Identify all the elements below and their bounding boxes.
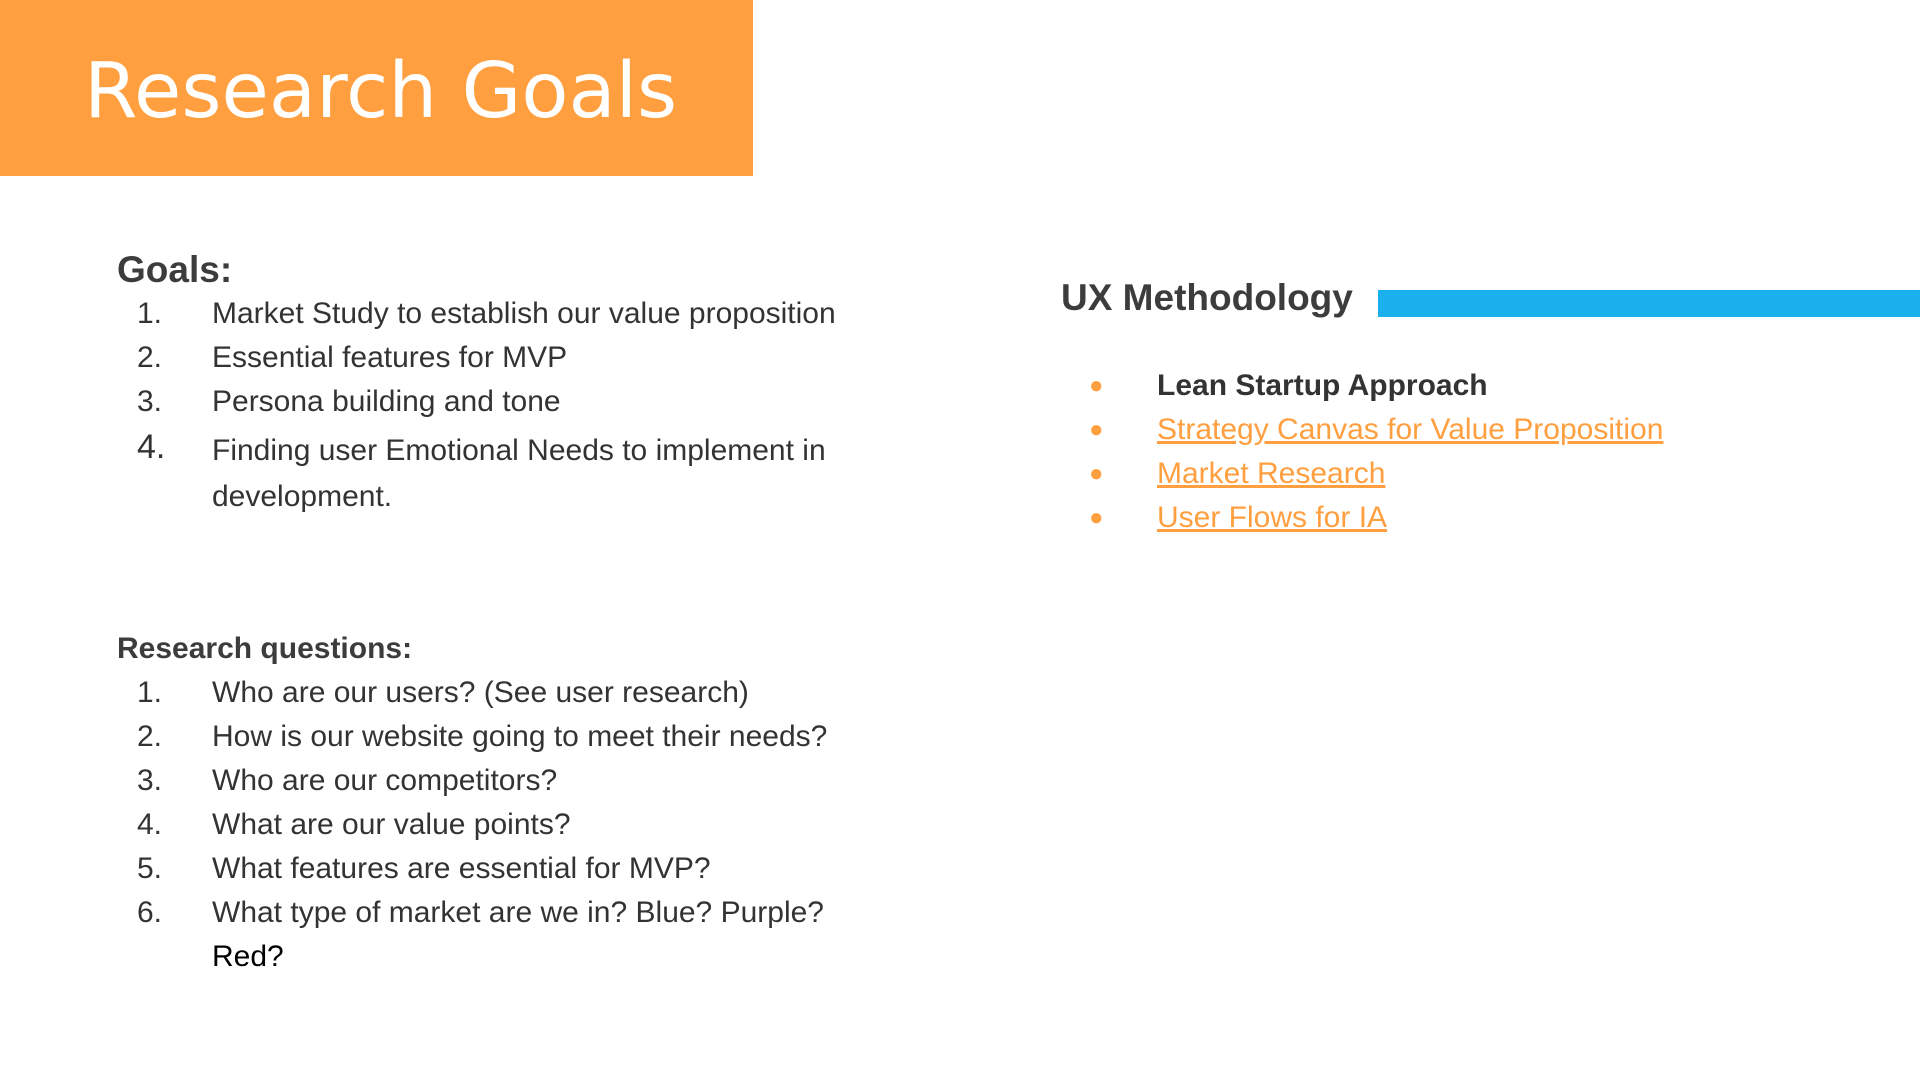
list-number: 1. [137,297,163,330]
list-number: 3. [137,385,163,418]
list-number: 2. [137,720,163,753]
goals-list-item: 4. Finding user Emotional Needs to imple… [117,424,917,520]
list-item-text-continued: development. [212,480,393,513]
page-title: Research Goals [84,47,678,136]
user-flows-link[interactable]: User Flows for IA [1157,501,1387,534]
list-item-text-continued: Red? [212,940,284,973]
methodology-header: UX Methodology [1061,274,1920,324]
strategy-canvas-link[interactable]: Strategy Canvas for Value Proposition [1157,413,1663,446]
market-research-link[interactable]: Market Research [1157,457,1385,490]
list-item-text: What features are essential for MVP? [212,852,711,885]
list-item-text: Who are our users? (See user research) [212,676,749,709]
research-question-item: 1. Who are our users? (See user research… [117,671,917,715]
research-questions-list: 1. Who are our users? (See user research… [117,671,917,979]
methodology-item: ● Market Research [1089,452,1663,496]
research-question-item: 3. Who are our competitors? [117,759,917,803]
list-number: 4. [137,808,163,841]
research-question-item: 2. How is our website going to meet thei… [117,715,917,759]
title-banner: Research Goals [0,0,753,176]
list-item-text: How is our website going to meet their n… [212,720,828,753]
list-item-text: Who are our competitors? [212,764,558,797]
bullet-icon: ● [1089,460,1104,487]
list-item-text: Market Study to establish our value prop… [212,297,836,330]
list-number: 6. [137,896,163,929]
research-question-item: 5. What features are essential for MVP? [117,847,917,891]
list-item-text: What type of market are we in? Blue? Pur… [212,896,824,929]
research-question-item: 6. What type of market are we in? Blue? … [117,891,917,979]
goals-heading: Goals: [117,249,233,290]
list-number: 1. [137,676,163,709]
methodology-list: ● Lean Startup Approach ● Strategy Canva… [1089,364,1663,540]
methodology-heading: UX Methodology [1061,277,1353,318]
bullet-icon: ● [1089,504,1104,531]
list-number: 5. [137,852,163,885]
methodology-item: ● Strategy Canvas for Value Proposition [1089,408,1663,452]
list-item-text: Persona building and tone [212,385,561,418]
methodology-item: ● User Flows for IA [1089,496,1663,540]
goals-list-item: 1. Market Study to establish our value p… [117,292,917,336]
list-item-text: Finding user Emotional Needs to implemen… [212,434,826,467]
list-number: 2. [137,341,163,374]
research-question-item: 4. What are our value points? [117,803,917,847]
list-number: 4. [137,428,166,466]
list-number: 3. [137,764,163,797]
bullet-icon: ● [1089,416,1104,443]
accent-bar [1378,290,1920,317]
research-questions-heading: Research questions: [117,632,413,665]
methodology-item: ● Lean Startup Approach [1089,364,1663,408]
bullet-icon: ● [1089,372,1104,399]
goals-list-item: 2. Essential features for MVP [117,336,917,380]
list-item-text: What are our value points? [212,808,571,841]
goals-list-item: 3. Persona building and tone [117,380,917,424]
goals-list: 1. Market Study to establish our value p… [117,292,917,520]
methodology-section: UX Methodology ● Lean Startup Approach ●… [1061,274,1920,534]
list-item-text: Essential features for MVP [212,341,568,374]
methodology-item-label: Lean Startup Approach [1157,369,1488,402]
goals-section: Goals: 1. Market Study to establish our … [117,248,917,520]
